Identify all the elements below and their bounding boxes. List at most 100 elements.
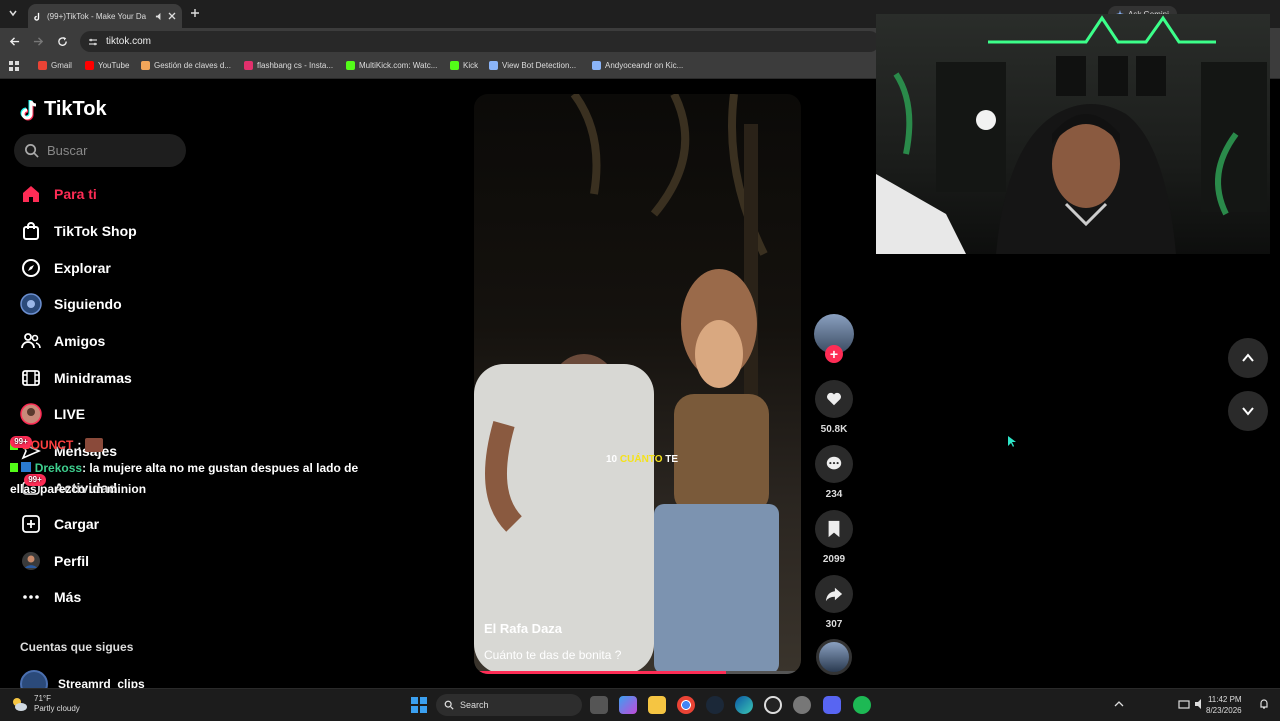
edge-icon[interactable] bbox=[735, 696, 753, 714]
like-button[interactable]: 50.8K bbox=[814, 380, 854, 435]
nav-cargar[interactable]: Cargar bbox=[20, 510, 99, 538]
search-icon bbox=[24, 143, 39, 158]
comment-icon bbox=[815, 445, 853, 483]
bookmark-label: YouTube bbox=[98, 61, 130, 70]
url-field[interactable]: tiktok.com bbox=[80, 31, 880, 52]
tray-chevron-up-icon[interactable] bbox=[1114, 699, 1124, 709]
nav-label: TikTok Shop bbox=[54, 223, 137, 239]
kick-badge-icon bbox=[10, 463, 18, 472]
home-icon bbox=[20, 183, 42, 205]
tiktok-sidebar: TikTok Buscar Para ti TikTok Shop Explor… bbox=[0, 80, 200, 698]
weather-widget[interactable]: 71°F Partly cloudy bbox=[10, 694, 80, 714]
nav-tiktok-shop[interactable]: TikTok Shop bbox=[20, 217, 137, 245]
steam-icon[interactable] bbox=[706, 696, 724, 714]
bookmark-label: Gestión de claves d... bbox=[154, 61, 231, 70]
task-view-icon[interactable] bbox=[590, 696, 608, 714]
settings-gear-icon[interactable] bbox=[793, 696, 811, 714]
save-count: 2099 bbox=[822, 554, 846, 565]
tiktok-favicon-icon bbox=[34, 12, 43, 21]
nav-label: Explorar bbox=[54, 260, 111, 276]
clock-date: 8/23/2026 bbox=[1206, 706, 1242, 715]
weather-temp: 71°F bbox=[34, 694, 51, 703]
chevron-up-icon bbox=[1241, 351, 1255, 365]
bookmark-multikick[interactable]: MultiKick.com: Watc... bbox=[346, 61, 437, 70]
tiktok-logo[interactable]: TikTok bbox=[20, 98, 107, 121]
chrome-icon[interactable] bbox=[677, 696, 695, 714]
bookmark-viewbot[interactable]: View Bot Detection... bbox=[489, 61, 576, 70]
spotify-icon[interactable] bbox=[853, 696, 871, 714]
system-clock[interactable]: 11:42 PM 8/23/2026 bbox=[1206, 694, 1242, 716]
reload-icon[interactable] bbox=[57, 36, 68, 47]
friends-icon bbox=[20, 330, 42, 352]
next-video-button[interactable] bbox=[1228, 391, 1268, 431]
film-icon bbox=[20, 367, 42, 389]
video-progress-bar[interactable] bbox=[474, 671, 801, 674]
nav-perfil[interactable]: Perfil bbox=[20, 547, 89, 575]
nav-explorar[interactable]: Explorar bbox=[20, 254, 111, 282]
shop-bag-icon bbox=[20, 220, 42, 242]
new-tab-plus-icon[interactable] bbox=[190, 8, 200, 18]
activity-badge: 99+ bbox=[24, 474, 46, 486]
video-player[interactable]: 10 CUÁNTO TE El Rafa Daza Cuánto te das … bbox=[474, 94, 801, 674]
nav-para-ti[interactable]: Para ti bbox=[20, 180, 97, 208]
taskbar-search[interactable]: Search bbox=[436, 694, 582, 716]
bookmark-label: Kick bbox=[463, 61, 479, 70]
bookmark-icon bbox=[815, 510, 853, 548]
comment-button[interactable]: 234 bbox=[814, 445, 854, 500]
nav-amigos[interactable]: Amigos bbox=[20, 327, 105, 355]
bookmark-kick[interactable]: Kick bbox=[450, 61, 478, 70]
webcam-scene bbox=[876, 15, 1267, 254]
bookmark-youtube[interactable]: YouTube bbox=[85, 61, 129, 70]
file-explorer-icon[interactable] bbox=[648, 696, 666, 714]
back-arrow-icon[interactable] bbox=[9, 36, 20, 47]
kick-icon bbox=[450, 61, 459, 70]
tab-tiktok[interactable]: (99+)TikTok - Make Your Da bbox=[28, 4, 182, 28]
forward-arrow-icon[interactable] bbox=[33, 36, 44, 47]
chat-username: Drekoss bbox=[34, 461, 83, 475]
nav-label: LIVE bbox=[54, 406, 86, 422]
bookmark-gestion[interactable]: Gestión de claves d... bbox=[141, 61, 231, 70]
globe-icon bbox=[489, 61, 498, 70]
nav-label: Cargar bbox=[54, 516, 100, 532]
nav-live[interactable]: LIVE bbox=[20, 400, 85, 428]
volume-icon[interactable] bbox=[1194, 698, 1206, 710]
nav-label: Más bbox=[54, 589, 82, 605]
bookmark-label: MultiKick.com: Watc... bbox=[359, 61, 438, 70]
search-placeholder: Buscar bbox=[47, 143, 88, 158]
creator-avatar-button[interactable]: + bbox=[814, 314, 854, 363]
video-author[interactable]: El Rafa Daza bbox=[484, 621, 562, 636]
obs-icon[interactable] bbox=[764, 696, 782, 714]
speaker-icon[interactable] bbox=[155, 12, 164, 21]
follow-plus-icon[interactable]: + bbox=[825, 345, 843, 363]
music-disc-button[interactable] bbox=[814, 639, 854, 675]
upload-icon bbox=[20, 513, 42, 535]
video-description: Cuánto te das de bonita ? bbox=[484, 648, 622, 662]
network-wifi-icon[interactable] bbox=[1178, 698, 1190, 710]
nav-minidramas[interactable]: Minidramas bbox=[20, 364, 132, 392]
share-button[interactable]: 307 bbox=[814, 575, 854, 630]
bookmark-gmail[interactable]: Gmail bbox=[38, 61, 72, 70]
bookmark-flashbang[interactable]: flashbang cs - Insta... bbox=[244, 61, 333, 70]
comment-count: 234 bbox=[825, 489, 843, 500]
tiktok-note-icon bbox=[20, 99, 40, 121]
subtitle-word: 10 bbox=[606, 454, 618, 465]
following-avatar-icon bbox=[20, 293, 42, 315]
more-icon bbox=[20, 586, 42, 608]
previous-video-button[interactable] bbox=[1228, 338, 1268, 378]
tab-list-chevron-icon[interactable] bbox=[8, 8, 18, 18]
nav-siguiendo[interactable]: Siguiendo bbox=[20, 290, 122, 318]
bookmark-label: View Bot Detection... bbox=[502, 61, 577, 70]
nav-mas[interactable]: Más bbox=[20, 583, 81, 611]
notification-bell-icon[interactable] bbox=[1258, 698, 1270, 710]
close-tab-icon[interactable] bbox=[168, 12, 176, 20]
key-manager-icon bbox=[141, 61, 150, 70]
discord-icon[interactable] bbox=[823, 696, 841, 714]
bookmark-andyoceandr[interactable]: Andyoceandr on Kic... bbox=[592, 61, 683, 70]
site-info-icon[interactable] bbox=[88, 37, 98, 47]
search-input[interactable]: Buscar bbox=[14, 134, 186, 167]
nav-label: Perfil bbox=[54, 553, 90, 569]
windows-start-icon[interactable] bbox=[411, 697, 427, 713]
copilot-icon[interactable] bbox=[619, 696, 637, 714]
apps-grid-icon[interactable] bbox=[9, 61, 19, 71]
save-button[interactable]: 2099 bbox=[814, 510, 854, 565]
